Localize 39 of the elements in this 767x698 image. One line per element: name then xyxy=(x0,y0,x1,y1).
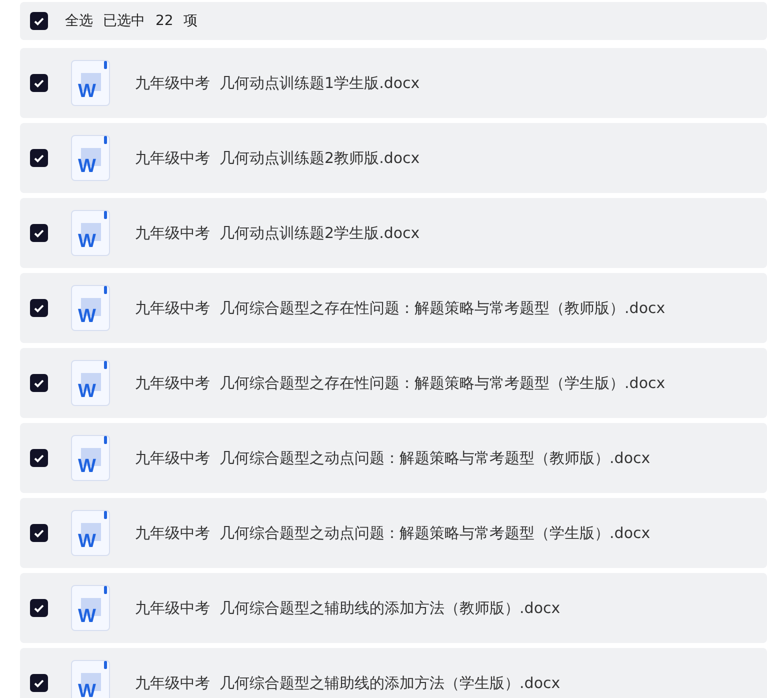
file-name: 九年级中考 几何综合题型之辅助线的添加方法（教师版）.docx xyxy=(135,598,560,618)
file-row[interactable]: W 九年级中考 几何综合题型之动点问题：解题策略与常考题型（学生版）.docx xyxy=(20,498,767,568)
select-all-label[interactable]: 全选 xyxy=(65,12,93,30)
file-row[interactable]: W 九年级中考 几何综合题型之存在性问题：解题策略与常考题型（教师版）.docx xyxy=(20,273,767,343)
checkbox[interactable] xyxy=(30,74,48,92)
checkbox[interactable] xyxy=(30,599,48,617)
document-icon: W xyxy=(71,60,110,106)
file-name: 九年级中考 几何综合题型之动点问题：解题策略与常考题型（教师版）.docx xyxy=(135,448,650,468)
file-row[interactable]: W 九年级中考 几何综合题型之存在性问题：解题策略与常考题型（学生版）.docx xyxy=(20,348,767,418)
checkbox[interactable] xyxy=(30,374,48,392)
document-icon: W xyxy=(71,210,110,256)
checkbox[interactable] xyxy=(30,449,48,467)
checkbox[interactable] xyxy=(30,524,48,542)
selected-count: 已选中 22 项 xyxy=(103,12,198,30)
checkbox[interactable] xyxy=(30,674,48,692)
file-name: 九年级中考 几何动点训练题1学生版.docx xyxy=(135,74,420,92)
document-icon: W xyxy=(71,135,110,181)
file-row[interactable]: W 九年级中考 几何综合题型之辅助线的添加方法（学生版）.docx xyxy=(20,648,767,698)
file-name: 九年级中考 几何动点训练题2教师版.docx xyxy=(135,148,420,168)
document-icon: W xyxy=(71,660,110,698)
document-icon: W xyxy=(71,360,110,406)
document-icon: W xyxy=(71,285,110,331)
checkbox[interactable] xyxy=(30,12,48,30)
checkbox[interactable] xyxy=(30,299,48,317)
document-icon: W xyxy=(71,585,110,631)
file-row[interactable]: W 九年级中考 几何综合题型之动点问题：解题策略与常考题型（教师版）.docx xyxy=(20,423,767,493)
file-name: 九年级中考 几何综合题型之动点问题：解题策略与常考题型（学生版）.docx xyxy=(135,524,650,542)
document-icon: W xyxy=(71,510,110,556)
file-row[interactable]: W 九年级中考 几何综合题型之辅助线的添加方法（教师版）.docx xyxy=(20,573,767,643)
file-row[interactable]: W 九年级中考 几何动点训练题1学生版.docx xyxy=(20,48,767,118)
file-row[interactable]: W 九年级中考 几何动点训练题2教师版.docx xyxy=(20,123,767,193)
checkbox[interactable] xyxy=(30,224,48,242)
file-name: 九年级中考 几何综合题型之存在性问题：解题策略与常考题型（教师版）.docx xyxy=(135,298,666,318)
document-icon: W xyxy=(71,435,110,481)
checkbox[interactable] xyxy=(30,149,48,167)
file-name: 九年级中考 几何综合题型之辅助线的添加方法（学生版）.docx xyxy=(135,674,560,692)
file-name: 九年级中考 几何动点训练题2学生版.docx xyxy=(135,224,420,242)
file-name: 九年级中考 几何综合题型之存在性问题：解题策略与常考题型（学生版）.docx xyxy=(135,374,666,392)
file-row[interactable]: W 九年级中考 几何动点训练题2学生版.docx xyxy=(20,198,767,268)
